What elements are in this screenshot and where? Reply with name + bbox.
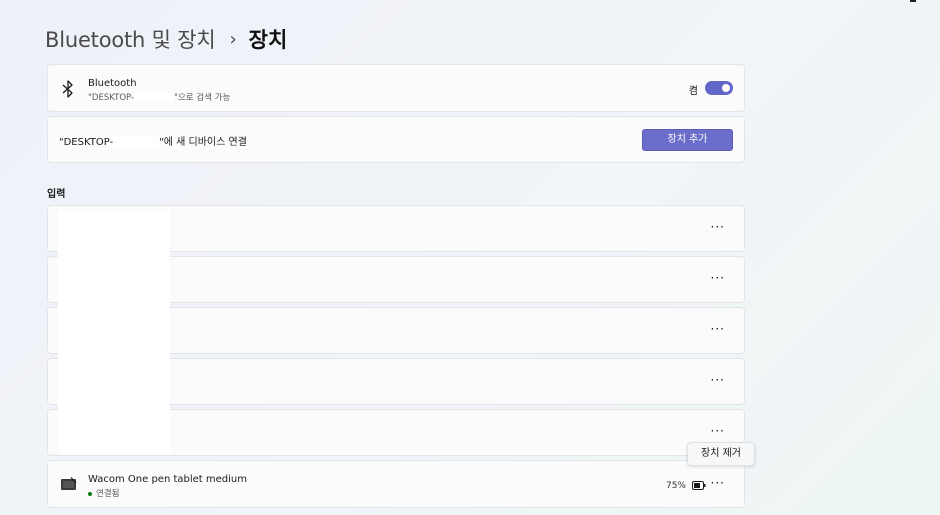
more-options-icon[interactable]: ··· [711, 221, 725, 233]
more-options-icon[interactable]: ··· [711, 272, 725, 284]
add-device-button[interactable]: 장치 추가 [642, 129, 733, 151]
bluetooth-toggle[interactable] [705, 81, 733, 95]
breadcrumb-separator: › [229, 28, 237, 50]
pen-tablet-icon [61, 477, 77, 490]
input-section-heading: 입력 [47, 189, 66, 200]
window-corner-mark [910, 0, 916, 2]
bluetooth-subtitle: "DESKTOP- "으로 검색 가능 [88, 91, 230, 103]
bluetooth-toggle-label: 켬 [688, 86, 698, 97]
breadcrumb-parent[interactable]: Bluetooth 및 장치 [45, 24, 216, 54]
wacom-status: 연결됨 [88, 487, 119, 499]
breadcrumb: Bluetooth 및 장치 › 장치 [45, 22, 287, 56]
connected-status-dot [88, 491, 92, 496]
toggle-knob [722, 84, 730, 92]
bluetooth-icon [62, 80, 73, 98]
redacted-device-name [113, 137, 160, 147]
add-device-text-prefix: "DESKTOP- [59, 137, 114, 148]
bluetooth-subtitle-suffix: "으로 검색 가능 [174, 93, 231, 103]
more-options-icon[interactable]: ··· [711, 425, 725, 437]
add-device-text-suffix: "에 새 디바이스 연결 [159, 137, 247, 148]
wacom-device-name: Wacom One pen tablet medium [88, 474, 247, 485]
remove-device-menu-item[interactable]: 장치 제거 [687, 442, 755, 466]
more-options-icon[interactable]: ··· [711, 374, 725, 386]
more-options-icon[interactable]: ··· [711, 323, 725, 335]
add-device-text: "DESKTOP- "에 새 디바이스 연결 [59, 133, 247, 148]
bluetooth-card: Bluetooth "DESKTOP- "으로 검색 가능 켬 [47, 64, 745, 112]
bluetooth-subtitle-prefix: "DESKTOP- [88, 93, 135, 103]
battery-percentage: 75% [665, 481, 686, 491]
battery-icon [692, 481, 706, 490]
add-device-card: "DESKTOP- "에 새 디바이스 연결 장치 추가 [47, 116, 745, 163]
redacted-device-names [58, 210, 170, 453]
page-title: 장치 [248, 28, 288, 52]
bluetooth-title: Bluetooth [88, 78, 137, 89]
wacom-device-row[interactable]: Wacom One pen tablet medium 연결됨 75% ··· [47, 460, 745, 508]
more-options-icon[interactable]: ··· [711, 477, 725, 489]
redacted-device-name [134, 93, 175, 102]
wacom-status-text: 연결됨 [96, 489, 120, 499]
